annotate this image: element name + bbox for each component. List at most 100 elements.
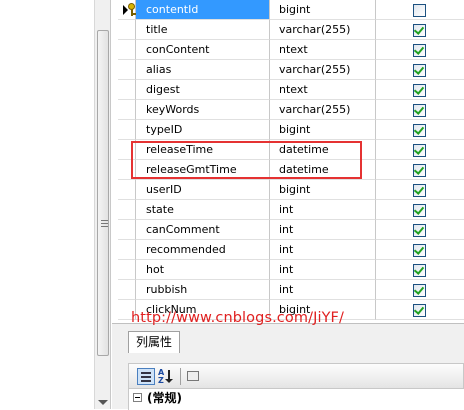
- allow-nulls-checkbox[interactable]: [413, 164, 426, 177]
- allow-nulls-checkbox[interactable]: [413, 4, 426, 17]
- allow-nulls-cell: [376, 100, 464, 120]
- allow-nulls-cell: [376, 0, 464, 20]
- tab-column-properties[interactable]: 列属性: [128, 331, 180, 353]
- table-row[interactable]: recommended int: [112, 240, 464, 260]
- property-pages-button[interactable]: [185, 368, 203, 385]
- allow-nulls-checkbox[interactable]: [413, 44, 426, 57]
- data-type-cell[interactable]: bigint: [270, 0, 376, 20]
- collapse-icon[interactable]: [133, 393, 142, 402]
- check-icon: [413, 224, 425, 235]
- row-header[interactable]: [118, 60, 136, 80]
- row-header[interactable]: [118, 180, 136, 200]
- check-icon: [413, 24, 425, 35]
- allow-nulls-checkbox[interactable]: [413, 144, 426, 157]
- table-row[interactable]: contentId bigint: [112, 0, 464, 20]
- check-icon: [413, 304, 425, 315]
- row-header[interactable]: [118, 220, 136, 240]
- data-type-cell[interactable]: bigint: [270, 120, 376, 140]
- data-type-cell[interactable]: int: [270, 280, 376, 300]
- row-header[interactable]: [118, 280, 136, 300]
- row-header[interactable]: [118, 260, 136, 280]
- column-name-cell[interactable]: keyWords: [136, 100, 270, 120]
- category-general[interactable]: (常规): [128, 389, 464, 410]
- table-row[interactable]: title varchar(255): [112, 20, 464, 40]
- check-icon: [413, 164, 425, 175]
- allow-nulls-checkbox[interactable]: [413, 184, 426, 197]
- column-name-cell[interactable]: alias: [136, 60, 270, 80]
- allow-nulls-checkbox[interactable]: [413, 84, 426, 97]
- row-header[interactable]: [118, 20, 136, 40]
- categorized-button[interactable]: [137, 368, 155, 385]
- table-row[interactable]: canComment int: [112, 220, 464, 240]
- allow-nulls-cell: [376, 220, 464, 240]
- column-name-cell[interactable]: title: [136, 20, 270, 40]
- column-name-cell[interactable]: conContent: [136, 40, 270, 60]
- check-icon: [413, 244, 425, 255]
- check-icon: [413, 124, 425, 135]
- key-icon: [128, 3, 136, 17]
- table-row[interactable]: keyWords varchar(255): [112, 100, 464, 120]
- allow-nulls-checkbox[interactable]: [413, 284, 426, 297]
- row-header[interactable]: [118, 100, 136, 120]
- annotation-highlight-box: [131, 141, 362, 179]
- check-icon: [413, 104, 425, 115]
- table-row[interactable]: digest ntext: [112, 80, 464, 100]
- row-header[interactable]: [118, 0, 136, 20]
- allow-nulls-checkbox[interactable]: [413, 24, 426, 37]
- allow-nulls-cell: [376, 160, 464, 180]
- column-name-cell[interactable]: hot: [136, 260, 270, 280]
- allow-nulls-cell: [376, 40, 464, 60]
- allow-nulls-cell: [376, 80, 464, 100]
- column-name-cell[interactable]: typeID: [136, 120, 270, 140]
- toolbar-separator: [180, 368, 181, 385]
- allow-nulls-cell: [376, 300, 464, 320]
- table-row[interactable]: typeID bigint: [112, 120, 464, 140]
- row-header[interactable]: [118, 240, 136, 260]
- data-type-cell[interactable]: varchar(255): [270, 100, 376, 120]
- allow-nulls-cell: [376, 180, 464, 200]
- data-type-cell[interactable]: ntext: [270, 80, 376, 100]
- check-icon: [413, 84, 425, 95]
- column-name-cell[interactable]: contentId: [136, 0, 270, 20]
- table-row[interactable]: alias varchar(255): [112, 60, 464, 80]
- sort-alphabetical-button[interactable]: AZ: [157, 368, 175, 385]
- table-row[interactable]: hot int: [112, 260, 464, 280]
- allow-nulls-checkbox[interactable]: [413, 244, 426, 257]
- data-type-cell[interactable]: int: [270, 220, 376, 240]
- allow-nulls-checkbox[interactable]: [413, 224, 426, 237]
- data-type-cell[interactable]: bigint: [270, 180, 376, 200]
- data-type-cell[interactable]: ntext: [270, 40, 376, 60]
- data-type-cell[interactable]: int: [270, 260, 376, 280]
- row-header[interactable]: [118, 80, 136, 100]
- allow-nulls-checkbox[interactable]: [413, 64, 426, 77]
- allow-nulls-checkbox[interactable]: [413, 124, 426, 137]
- column-name-cell[interactable]: recommended: [136, 240, 270, 260]
- scrollbar-thumb[interactable]: [97, 30, 109, 356]
- row-header[interactable]: [118, 120, 136, 140]
- table-row[interactable]: rubbish int: [112, 280, 464, 300]
- check-icon: [413, 284, 425, 295]
- column-name-cell[interactable]: canComment: [136, 220, 270, 240]
- data-type-cell[interactable]: varchar(255): [270, 60, 376, 80]
- column-name-cell[interactable]: rubbish: [136, 280, 270, 300]
- allow-nulls-cell: [376, 240, 464, 260]
- column-name-cell[interactable]: state: [136, 200, 270, 220]
- data-type-cell[interactable]: varchar(255): [270, 20, 376, 40]
- table-row[interactable]: userID bigint: [112, 180, 464, 200]
- scroll-down-arrow-icon[interactable]: [98, 400, 108, 405]
- data-type-cell[interactable]: int: [270, 240, 376, 260]
- properties-toolbar: AZ: [128, 363, 464, 389]
- column-name-cell[interactable]: digest: [136, 80, 270, 100]
- data-type-cell[interactable]: int: [270, 200, 376, 220]
- allow-nulls-checkbox[interactable]: [413, 264, 426, 277]
- allow-nulls-checkbox[interactable]: [413, 204, 426, 217]
- table-row[interactable]: conContent ntext: [112, 40, 464, 60]
- allow-nulls-checkbox[interactable]: [413, 304, 426, 317]
- vertical-scrollbar[interactable]: [94, 0, 111, 409]
- table-row[interactable]: state int: [112, 200, 464, 220]
- row-header[interactable]: [118, 40, 136, 60]
- check-icon: [413, 204, 425, 215]
- row-header[interactable]: [118, 200, 136, 220]
- allow-nulls-checkbox[interactable]: [413, 104, 426, 117]
- column-name-cell[interactable]: userID: [136, 180, 270, 200]
